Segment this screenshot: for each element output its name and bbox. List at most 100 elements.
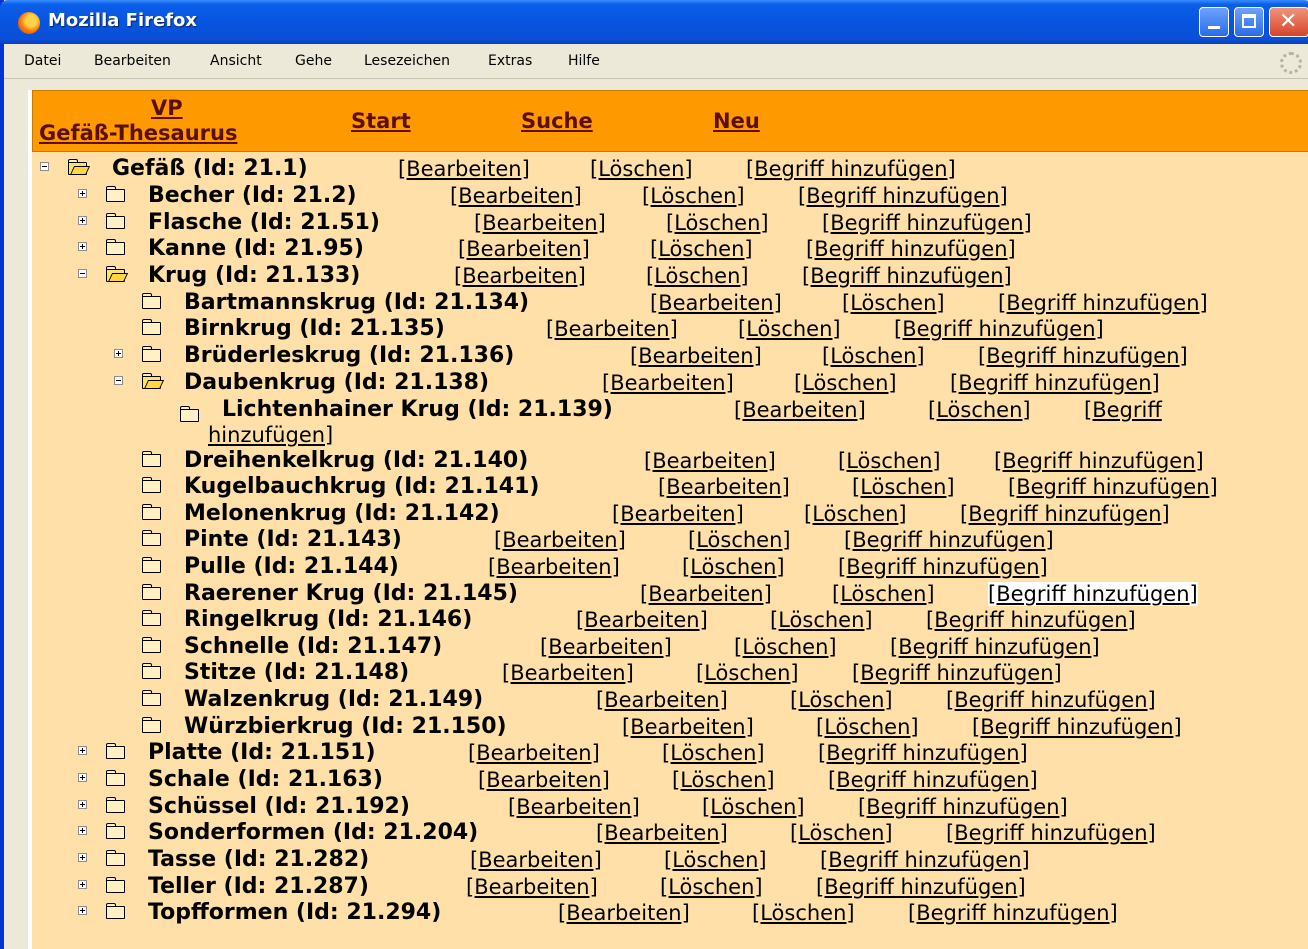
add-term-link[interactable]: [Begriff hinzufügen] xyxy=(816,875,1026,899)
delete-link[interactable]: [Löschen] xyxy=(650,237,753,261)
delete-link[interactable]: [Löschen] xyxy=(790,688,893,712)
delete-link[interactable]: [Löschen] xyxy=(738,317,841,341)
menu-bearbeiten[interactable]: Bearbeiten xyxy=(94,53,171,69)
add-term-link[interactable]: [Begriff hinzufügen] xyxy=(926,608,1136,632)
add-term-link[interactable]: [Begriff hinzufügen] xyxy=(798,184,1008,208)
delete-link[interactable]: [Löschen] xyxy=(790,821,893,845)
close-button[interactable]: ✕ xyxy=(1269,7,1308,37)
add-term-link[interactable]: [Begriff hinzufügen] xyxy=(994,449,1204,473)
nav-suche-link[interactable]: Suche xyxy=(521,109,593,133)
add-term-link[interactable]: [Begriff hinzufügen] xyxy=(988,582,1198,606)
delete-link[interactable]: [Löschen] xyxy=(770,608,873,632)
edit-link[interactable]: [Bearbeiten] xyxy=(494,528,626,552)
edit-link[interactable]: [Bearbeiten] xyxy=(502,661,634,685)
minimize-button[interactable] xyxy=(1199,7,1229,37)
expand-icon[interactable] xyxy=(78,746,87,755)
delete-link[interactable]: [Löschen] xyxy=(928,398,1031,422)
edit-link[interactable]: [Bearbeiten] xyxy=(454,264,586,288)
delete-link[interactable]: [Löschen] xyxy=(734,635,837,659)
delete-link[interactable]: [Löschen] xyxy=(682,555,785,579)
delete-link[interactable]: [Löschen] xyxy=(672,768,775,792)
expand-icon[interactable] xyxy=(78,880,87,889)
add-term-link[interactable]: [Begriff hinzufügen] xyxy=(818,741,1028,765)
edit-link[interactable]: [Bearbeiten] xyxy=(658,475,790,499)
edit-link[interactable]: [Bearbeiten] xyxy=(650,291,782,315)
edit-link[interactable]: [Bearbeiten] xyxy=(466,875,598,899)
edit-link[interactable]: [Bearbeiten] xyxy=(596,688,728,712)
add-term-link[interactable]: [Begriff hinzufügen] xyxy=(972,715,1182,739)
delete-link[interactable]: [Löschen] xyxy=(646,264,749,288)
delete-link[interactable]: [Löschen] xyxy=(832,582,935,606)
expand-icon[interactable] xyxy=(78,906,87,915)
add-term-link[interactable]: [Begriff hinzufügen] xyxy=(844,528,1054,552)
edit-link[interactable]: [Bearbeiten] xyxy=(596,821,728,845)
menu-hilfe[interactable]: Hilfe xyxy=(568,53,600,69)
add-term-link[interactable]: [Begriff hinzufügen] xyxy=(806,237,1016,261)
edit-link[interactable]: [Bearbeiten] xyxy=(734,398,866,422)
delete-link[interactable]: [Löschen] xyxy=(702,795,805,819)
add-term-link[interactable]: [Begriff hinzufügen] xyxy=(838,555,1048,579)
expand-icon[interactable] xyxy=(114,349,123,358)
delete-link[interactable]: [Löschen] xyxy=(804,502,907,526)
delete-link[interactable]: [Löschen] xyxy=(666,211,769,235)
edit-link[interactable]: [Bearbeiten] xyxy=(644,449,776,473)
add-term-link[interactable]: [Begriff hinzufügen] xyxy=(746,157,956,181)
edit-link[interactable]: [Bearbeiten] xyxy=(558,901,690,925)
delete-link[interactable]: [Löschen] xyxy=(752,901,855,925)
delete-link[interactable]: [Löschen] xyxy=(794,371,897,395)
add-term-link[interactable]: [Begriff hinzufügen] xyxy=(950,371,1160,395)
add-term-link[interactable]: [Begriff hinzufügen] xyxy=(802,264,1012,288)
add-term-link[interactable]: [Begriff hinzufügen] xyxy=(946,688,1156,712)
edit-link[interactable]: [Bearbeiten] xyxy=(602,371,734,395)
add-term-link[interactable]: [Begriff hinzufügen] xyxy=(828,768,1038,792)
edit-link[interactable]: [Bearbeiten] xyxy=(640,582,772,606)
nav-neu-link[interactable]: Neu xyxy=(713,109,760,133)
menu-ansicht[interactable]: Ansicht xyxy=(210,53,262,69)
delete-link[interactable]: [Löschen] xyxy=(838,449,941,473)
edit-link[interactable]: [Bearbeiten] xyxy=(458,237,590,261)
edit-link[interactable]: [Bearbeiten] xyxy=(546,317,678,341)
edit-link[interactable]: [Bearbeiten] xyxy=(398,157,530,181)
maximize-button[interactable] xyxy=(1234,7,1264,37)
edit-link[interactable]: [Bearbeiten] xyxy=(622,715,754,739)
add-term-link[interactable]: [Begriff hinzufügen] xyxy=(946,821,1156,845)
edit-link[interactable]: [Bearbeiten] xyxy=(630,344,762,368)
edit-link[interactable]: [Bearbeiten] xyxy=(450,184,582,208)
add-term-link[interactable]: [Begriff hinzufügen] xyxy=(960,502,1170,526)
menu-gehe[interactable]: Gehe xyxy=(295,53,332,69)
delete-link[interactable]: [Löschen] xyxy=(852,475,955,499)
edit-link[interactable]: [Bearbeiten] xyxy=(612,502,744,526)
add-term-link[interactable]: [Begriff hinzufügen] xyxy=(852,661,1062,685)
add-term-link[interactable]: [Begriff hinzufügen] xyxy=(908,901,1118,925)
edit-link[interactable]: [Bearbeiten] xyxy=(576,608,708,632)
menu-lesezeichen[interactable]: Lesezeichen xyxy=(364,53,450,69)
nav-vp-link[interactable]: VP xyxy=(151,96,183,120)
edit-link[interactable]: [Bearbeiten] xyxy=(508,795,640,819)
delete-link[interactable]: [Löschen] xyxy=(590,157,693,181)
nav-thesaurus-link[interactable]: Gefäß-Thesaurus xyxy=(39,121,237,145)
edit-link[interactable]: [Bearbeiten] xyxy=(468,741,600,765)
expand-icon[interactable] xyxy=(78,189,87,198)
expand-icon[interactable] xyxy=(78,216,87,225)
expand-icon[interactable] xyxy=(78,826,87,835)
add-term-link[interactable]: [Begriff hinzufügen] xyxy=(998,291,1208,315)
edit-link[interactable]: [Bearbeiten] xyxy=(470,848,602,872)
edit-link[interactable]: [Bearbeiten] xyxy=(540,635,672,659)
nav-start-link[interactable]: Start xyxy=(351,109,411,133)
collapse-icon[interactable] xyxy=(78,269,87,278)
edit-link[interactable]: [Bearbeiten] xyxy=(474,211,606,235)
add-term-link[interactable]: [Begriff hinzufügen] xyxy=(890,635,1100,659)
add-term-link[interactable]: [Begriff hinzufügen] xyxy=(1008,475,1218,499)
expand-icon[interactable] xyxy=(78,800,87,809)
edit-link[interactable]: [Bearbeiten] xyxy=(488,555,620,579)
add-term-link[interactable]: [Begriff hinzufügen] xyxy=(978,344,1188,368)
delete-link[interactable]: [Löschen] xyxy=(642,184,745,208)
add-term-link[interactable]: [Begriff hinzufügen] xyxy=(858,795,1068,819)
menu-extras[interactable]: Extras xyxy=(488,53,532,69)
collapse-icon[interactable] xyxy=(40,162,49,171)
add-term-link[interactable]: [Begriff hinzufügen] xyxy=(822,211,1032,235)
delete-link[interactable]: [Löschen] xyxy=(816,715,919,739)
add-term-link[interactable]: [Begriff hinzufügen] xyxy=(820,848,1030,872)
expand-icon[interactable] xyxy=(78,242,87,251)
edit-link[interactable]: [Bearbeiten] xyxy=(478,768,610,792)
